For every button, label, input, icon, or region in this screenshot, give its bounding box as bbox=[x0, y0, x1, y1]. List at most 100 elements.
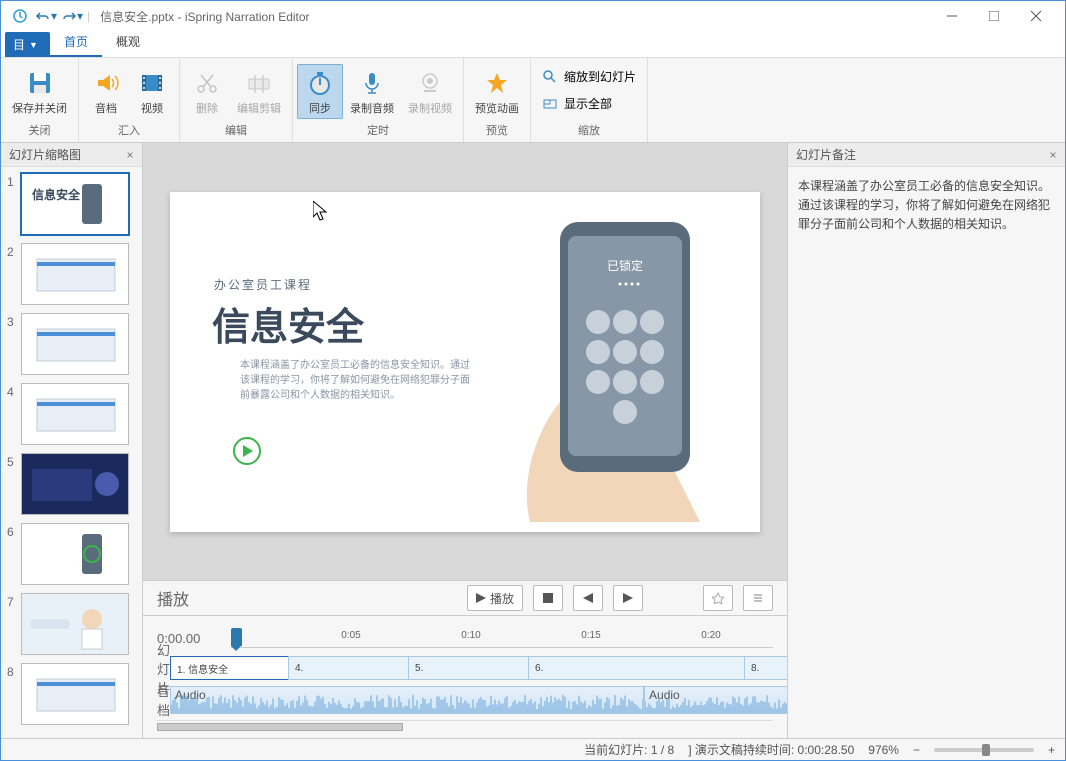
maximize-button[interactable] bbox=[973, 4, 1015, 28]
notes-header: 幻灯片备注 × bbox=[788, 143, 1065, 167]
thumbnail-4[interactable]: 4 bbox=[7, 383, 136, 445]
star-icon bbox=[481, 67, 513, 99]
timeline-segment[interactable]: 1. 信息安全 bbox=[170, 656, 288, 680]
prev-button[interactable] bbox=[573, 585, 603, 611]
grid-icon bbox=[542, 96, 558, 112]
duration-label: ] 演示文稿持续时间: 0:00:28.50 bbox=[688, 741, 854, 758]
zoom-icon bbox=[542, 69, 558, 85]
phone-illustration: 已锁定 bbox=[480, 212, 740, 522]
thumbnails-pane: 幻灯片缩略图 × 1信息安全 2 3 4 5 6 7 8 bbox=[1, 143, 143, 738]
slide-desc: 本课程涵盖了办公室员工必备的信息安全知识。通过该课程的学习，你将了解如何避免在网… bbox=[240, 358, 470, 403]
record-video-button: 录制视频 bbox=[401, 64, 459, 119]
group-label: 关闭 bbox=[29, 120, 51, 140]
zoom-out-button[interactable]: − bbox=[913, 743, 920, 757]
speaker-icon bbox=[90, 67, 122, 99]
next-button[interactable] bbox=[613, 585, 643, 611]
timeline-segment[interactable]: 5. bbox=[408, 656, 528, 680]
ruler-mark: 0:05 bbox=[341, 630, 360, 641]
zoom-to-slide-button[interactable]: 缩放到幻灯片 bbox=[535, 64, 643, 89]
zoom-slider[interactable] bbox=[934, 748, 1034, 752]
preview-anim-button[interactable]: 预览动画 bbox=[468, 64, 526, 119]
undo-icon[interactable]: ▾ bbox=[35, 5, 57, 27]
playback-section-label: 播放 bbox=[157, 586, 189, 610]
group-label: 定时 bbox=[367, 120, 389, 140]
edit-clip-button: 编辑剪辑 bbox=[230, 64, 288, 119]
slide-preview: 办公室员工课程 信息安全 本课程涵盖了办公室员工必备的信息安全知识。通过该课程的… bbox=[143, 143, 787, 580]
group-label: 预览 bbox=[486, 120, 508, 140]
notes-body[interactable]: 本课程涵盖了办公室员工必备的信息安全知识。通过该课程的学习，你将了解如何避免在网… bbox=[788, 167, 1065, 245]
group-label: 汇入 bbox=[118, 120, 140, 140]
playback-header: 播放 播放 bbox=[143, 580, 787, 616]
window-title: 信息安全.pptx - iSpring Narration Editor bbox=[100, 8, 931, 25]
file-menu-button[interactable]: 目▼ bbox=[5, 32, 50, 57]
ruler-mark: 0:10 bbox=[461, 630, 480, 641]
stopwatch-icon bbox=[304, 67, 336, 99]
webcam-icon bbox=[414, 67, 446, 99]
play-icon bbox=[232, 436, 262, 466]
thumbnail-3[interactable]: 3 bbox=[7, 313, 136, 375]
thumbnails-list[interactable]: 1信息安全 2 3 4 5 6 7 8 bbox=[1, 167, 142, 738]
slide-canvas: 办公室员工课程 信息安全 本课程涵盖了办公室员工必备的信息安全知识。通过该课程的… bbox=[170, 192, 760, 532]
current-slide-label: 当前幻灯片: 1 / 8 bbox=[584, 741, 674, 758]
show-all-button[interactable]: 显示全部 bbox=[535, 91, 619, 116]
audio-row-label: 音档 bbox=[157, 681, 170, 719]
group-label: 缩放 bbox=[578, 120, 600, 140]
clip-edit-icon bbox=[243, 67, 275, 99]
redo-icon[interactable]: ▾ bbox=[61, 5, 83, 27]
tab-overview[interactable]: 概观 bbox=[102, 28, 154, 57]
audio-segment[interactable]: Audio bbox=[644, 686, 787, 714]
group-label: 编辑 bbox=[225, 120, 247, 140]
audio-button[interactable]: 音档 bbox=[83, 64, 129, 119]
microphone-icon bbox=[356, 67, 388, 99]
zoom-value: 976% bbox=[868, 743, 899, 757]
horizontal-scrollbar[interactable] bbox=[157, 723, 403, 731]
audio-track[interactable]: AudioAudio bbox=[170, 686, 787, 714]
stop-button[interactable] bbox=[533, 585, 563, 611]
quick-access-toolbar: ▾ ▾ | bbox=[9, 5, 90, 27]
timeline-segment[interactable]: 8. bbox=[744, 656, 787, 680]
timeline-segment[interactable]: 4. bbox=[288, 656, 408, 680]
statusbar: 当前幻灯片: 1 / 8 ] 演示文稿持续时间: 0:00:28.50 976%… bbox=[1, 738, 1065, 760]
thumbnail-7[interactable]: 7 bbox=[7, 593, 136, 655]
play-button[interactable]: 播放 bbox=[467, 585, 523, 611]
ruler-mark: 0:15 bbox=[581, 630, 600, 641]
minimize-button[interactable] bbox=[931, 4, 973, 28]
audio-segment[interactable]: Audio bbox=[170, 686, 644, 714]
save-close-button[interactable]: 保存并关闭 bbox=[5, 64, 74, 119]
marker-button[interactable] bbox=[703, 585, 733, 611]
svg-text:已锁定: 已锁定 bbox=[607, 258, 643, 273]
zoom-in-button[interactable]: + bbox=[1048, 743, 1055, 757]
titlebar: ▾ ▾ | 信息安全.pptx - iSpring Narration Edit… bbox=[1, 1, 1065, 31]
timeline-segment[interactable]: 6. bbox=[528, 656, 744, 680]
ruler-mark: 0:20 bbox=[701, 630, 720, 641]
slides-track[interactable]: 1. 信息安全4.5.6.8. bbox=[170, 656, 787, 680]
thumbnail-6[interactable]: 6 bbox=[7, 523, 136, 585]
save-icon bbox=[24, 67, 56, 99]
thumbnail-1[interactable]: 1信息安全 bbox=[7, 173, 136, 235]
film-icon bbox=[136, 67, 168, 99]
ribbon-tabs: 目▼ 首页 概观 bbox=[1, 31, 1065, 57]
notes-pane: 幻灯片备注 × 本课程涵盖了办公室员工必备的信息安全知识。通过该课程的学习，你将… bbox=[787, 143, 1065, 738]
playhead[interactable] bbox=[231, 628, 242, 646]
svg-text:信息安全: 信息安全 bbox=[32, 187, 81, 202]
delete-button: 删除 bbox=[184, 64, 230, 119]
video-button[interactable]: 视频 bbox=[129, 64, 175, 119]
scissors-icon bbox=[191, 67, 223, 99]
close-button[interactable] bbox=[1015, 4, 1057, 28]
record-audio-button[interactable]: 录制音频 bbox=[343, 64, 401, 119]
list-button[interactable] bbox=[743, 585, 773, 611]
thumbnail-5[interactable]: 5 bbox=[7, 453, 136, 515]
thumbnail-8[interactable]: 8 bbox=[7, 663, 136, 725]
save-icon[interactable] bbox=[9, 5, 31, 27]
slide-title: 信息安全 bbox=[212, 296, 364, 351]
close-icon[interactable]: × bbox=[122, 147, 138, 163]
thumbnail-2[interactable]: 2 bbox=[7, 243, 136, 305]
timeline-ruler[interactable]: 0:050:100:150:200:250:30 bbox=[231, 628, 773, 648]
thumbnails-header: 幻灯片缩略图 × bbox=[1, 143, 142, 167]
tab-home[interactable]: 首页 bbox=[50, 28, 102, 57]
sync-button[interactable]: 同步 bbox=[297, 64, 343, 119]
timeline-pane: 0:00.00 0:050:100:150:200:250:30 幻灯片 1. … bbox=[143, 616, 787, 738]
ribbon: 保存并关闭 关闭 音档 视频 汇入 删除 编辑剪辑 编辑 同步 录制音频 录制视… bbox=[1, 57, 1065, 143]
close-icon[interactable]: × bbox=[1045, 147, 1061, 163]
slide-subtitle: 办公室员工课程 bbox=[214, 276, 312, 293]
